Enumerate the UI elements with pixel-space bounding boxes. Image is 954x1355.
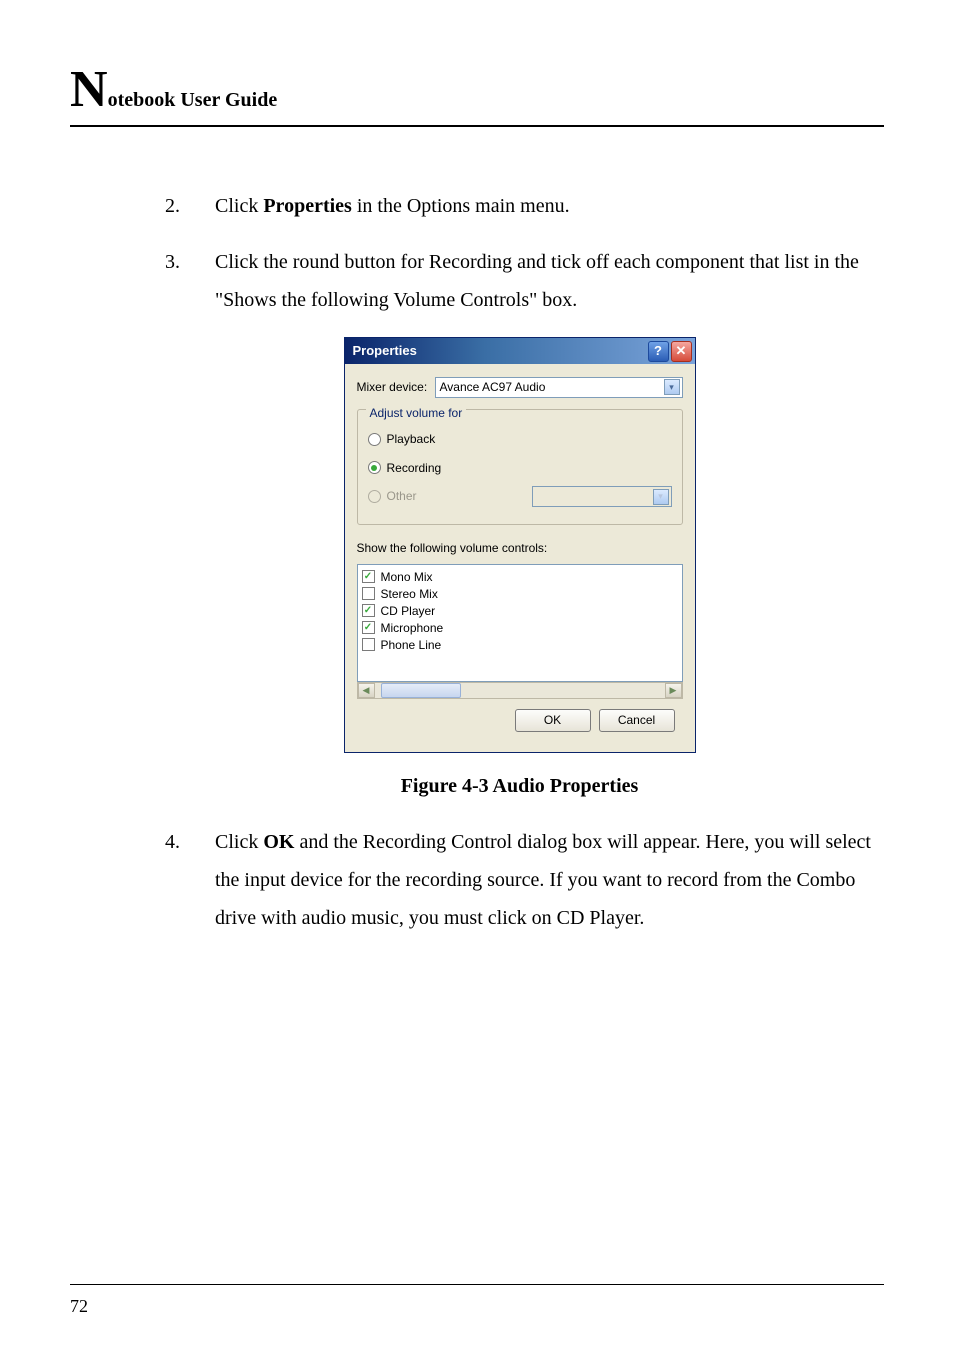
scroll-thumb[interactable] [381,683,461,698]
properties-dialog: Properties ? ✕ Mixer device: Avance AC97… [344,337,696,753]
scroll-left-icon[interactable]: ◀ [358,683,375,698]
page-title: Notebook User Guide [70,93,277,110]
footer-rule [70,1284,884,1285]
content: 2. Click Properties in the Options main … [70,187,884,937]
step-4: 4. Click OK and the Recording Control di… [165,823,874,937]
figure: Properties ? ✕ Mixer device: Avance AC97… [165,337,874,753]
step-text-pre: Click the round button for Recording and… [215,251,859,311]
item-label: Phone Line [381,634,442,657]
help-icon[interactable]: ? [648,341,669,362]
page-number: 72 [70,1296,88,1317]
chevron-down-icon[interactable]: ▾ [664,379,680,395]
dialog-body: Mixer device: Avance AC97 Audio ▾ Adjust… [345,364,695,752]
step-body: Click the round button for Recording and… [215,243,874,319]
checkbox-icon[interactable] [362,587,375,600]
scroll-right-icon[interactable]: ▶ [665,683,682,698]
step-number: 2. [165,187,215,225]
step-3: 3. Click the round button for Recording … [165,243,874,319]
scroll-track[interactable] [375,683,665,698]
mixer-device-combo[interactable]: Avance AC97 Audio ▾ [435,377,683,398]
chevron-down-icon: ▾ [653,489,669,505]
checkbox-icon[interactable] [362,638,375,651]
radio-label: Other [387,485,417,508]
group-title: Adjust volume for [366,402,467,425]
header: Notebook User Guide [70,60,884,127]
step-body: Click OK and the Recording Control dialo… [215,823,874,937]
step-text-pre: Click [215,831,263,853]
step-text-post: in the Options main menu. [352,195,570,217]
cancel-button[interactable]: Cancel [599,709,675,732]
radio-icon[interactable] [368,433,381,446]
checkbox-icon[interactable]: ✓ [362,570,375,583]
radio-label: Recording [387,457,442,480]
radio-recording[interactable]: Recording [368,457,672,480]
step-2: 2. Click Properties in the Options main … [165,187,874,225]
mixer-label: Mixer device: [357,376,435,399]
step-body: Click Properties in the Options main men… [215,187,874,225]
step-number: 3. [165,243,215,319]
mixer-row: Mixer device: Avance AC97 Audio ▾ [357,376,683,399]
checkbox-icon[interactable]: ✓ [362,621,375,634]
title-initial: N [70,61,108,118]
radio-label: Playback [387,428,436,451]
radio-other: Other ▾ [368,485,672,508]
checkbox-icon[interactable]: ✓ [362,604,375,617]
close-icon[interactable]: ✕ [671,341,692,362]
horizontal-scrollbar[interactable]: ◀ ▶ [357,682,683,699]
mixer-value: Avance AC97 Audio [440,376,664,399]
radio-icon [368,490,381,503]
list-label: Show the following volume controls: [357,537,683,560]
step-bold: OK [263,831,294,853]
step-text-pre: Click [215,195,263,217]
titlebar[interactable]: Properties ? ✕ [345,338,695,364]
radio-playback[interactable]: Playback [368,428,672,451]
dialog-title: Properties [353,339,646,364]
ok-button[interactable]: OK [515,709,591,732]
step-number: 4. [165,823,215,937]
other-combo: ▾ [532,486,672,507]
figure-caption: Figure 4-3 Audio Properties [165,767,874,805]
list-item[interactable]: Phone Line [362,637,678,653]
title-rest: otebook User Guide [108,89,278,111]
step-text-post: and the Recording Control dialog box wil… [215,831,871,929]
volume-controls-list[interactable]: ✓ Mono Mix Stereo Mix ✓ CD Player ✓ Micr… [357,564,683,682]
step-bold: Properties [263,195,352,217]
dialog-buttons: OK Cancel [357,699,683,742]
adjust-volume-group: Adjust volume for Playback Recording Oth… [357,409,683,525]
radio-icon[interactable] [368,461,381,474]
